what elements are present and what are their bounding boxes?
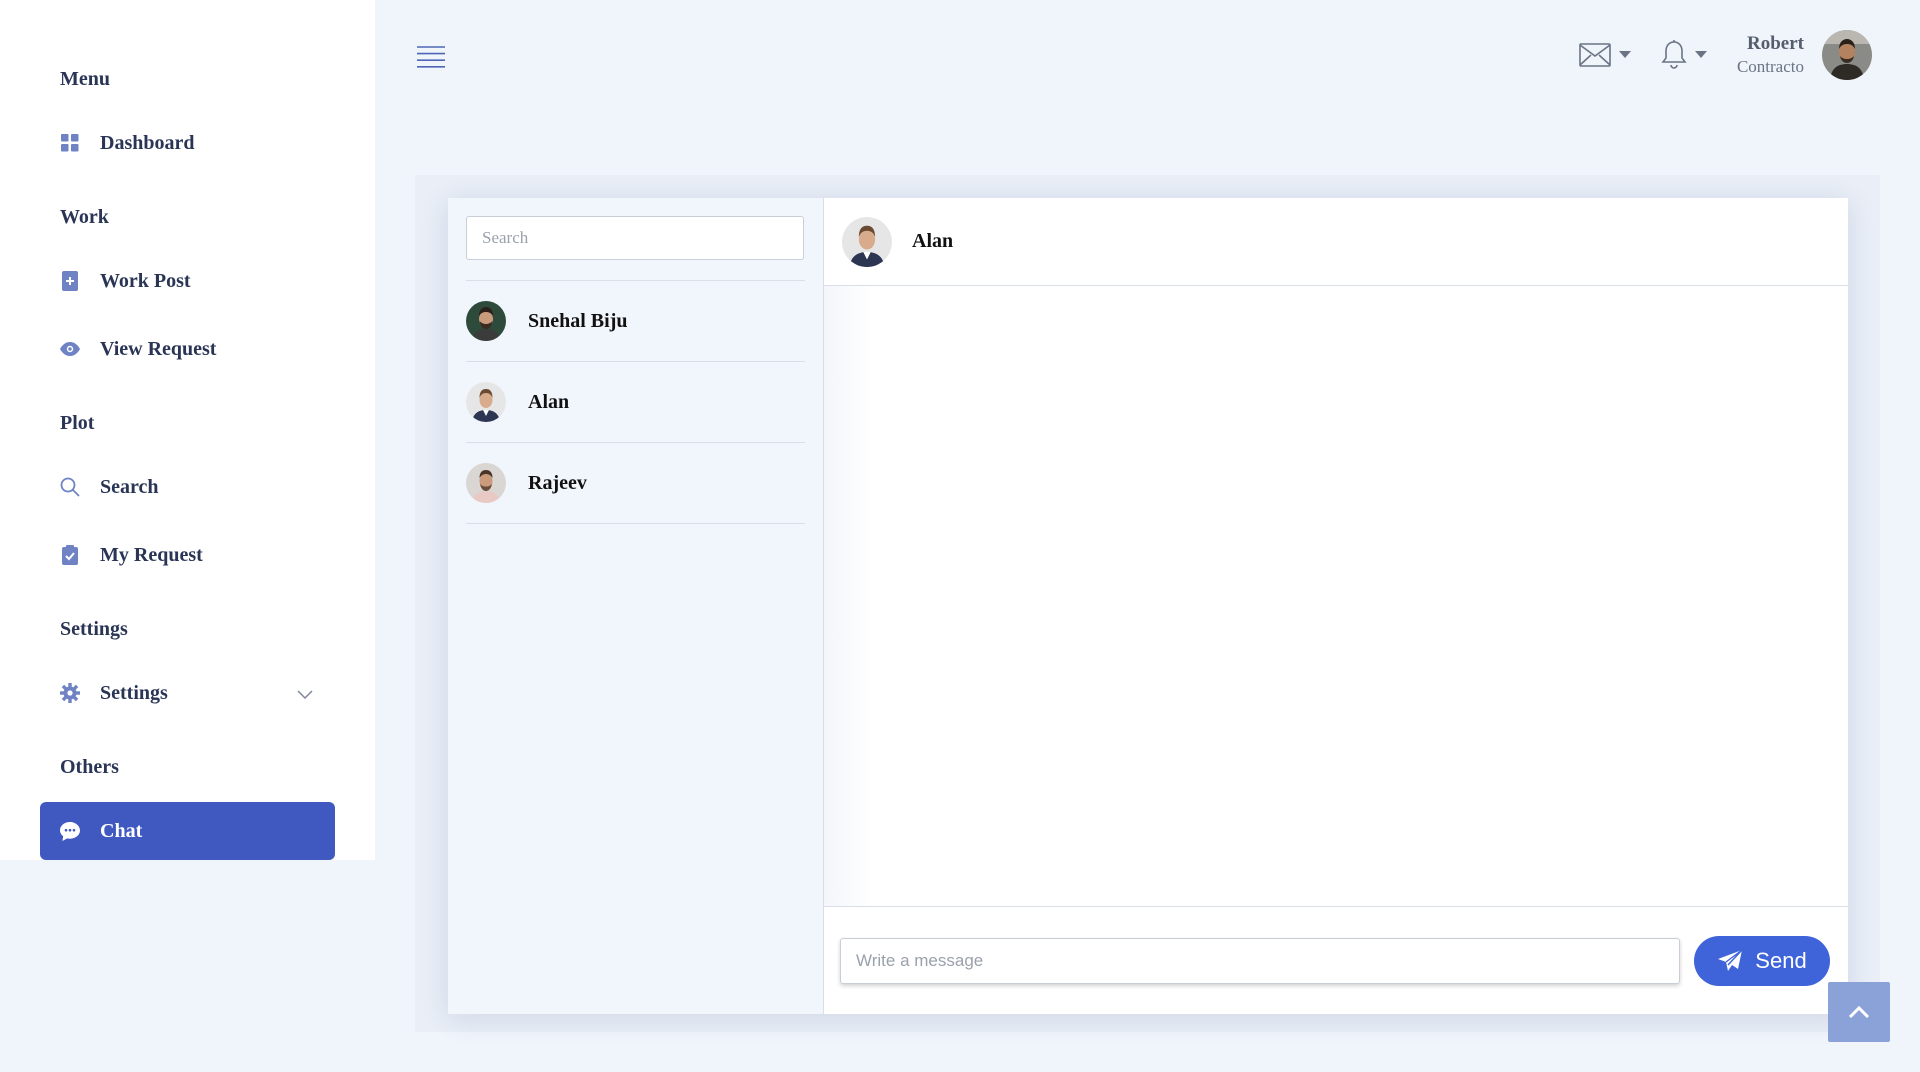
active-contact-avatar bbox=[842, 216, 892, 267]
bell-icon bbox=[1661, 40, 1687, 69]
sidebar-item-label: My Request bbox=[100, 543, 203, 566]
conversation-panel: Alan Send bbox=[824, 198, 1848, 1014]
paper-plane-icon bbox=[1718, 948, 1743, 971]
messages-dropdown[interactable] bbox=[1579, 43, 1631, 67]
contact-list: Snehal Biju Alan Rajeev bbox=[466, 280, 805, 524]
user-name: Robert bbox=[1747, 33, 1804, 54]
sidebar-item-dashboard[interactable]: Dashboard bbox=[40, 114, 335, 172]
sidebar-item-chat[interactable]: Chat bbox=[40, 802, 335, 860]
sidebar-item-label: Dashboard bbox=[100, 131, 195, 154]
contact-item[interactable]: Alan bbox=[466, 362, 805, 443]
contact-search-input[interactable] bbox=[466, 216, 804, 260]
contact-name: Alan bbox=[528, 390, 570, 413]
active-contact-avatar-image bbox=[842, 216, 892, 267]
contact-name: Rajeev bbox=[528, 471, 587, 494]
clipboard-icon bbox=[60, 545, 80, 565]
chevron-up-icon bbox=[1848, 1005, 1870, 1019]
menu-toggle-button[interactable] bbox=[417, 46, 445, 68]
send-button[interactable]: Send bbox=[1694, 935, 1830, 986]
eye-icon bbox=[60, 339, 80, 359]
contacts-panel: Snehal Biju Alan bbox=[448, 198, 824, 1014]
sidebar-item-settings[interactable]: Settings bbox=[40, 664, 335, 722]
contact-avatar-image bbox=[466, 463, 506, 503]
conversation-header: Alan bbox=[824, 198, 1848, 286]
sidebar-heading-work: Work bbox=[60, 206, 109, 228]
message-input[interactable] bbox=[840, 937, 1680, 984]
contact-avatar bbox=[466, 463, 506, 503]
contact-name: Snehal Biju bbox=[528, 309, 628, 332]
gear-icon bbox=[60, 683, 80, 703]
user-avatar-image bbox=[1822, 30, 1872, 80]
topbar-right: Robert Contracto bbox=[1579, 30, 1872, 80]
sidebar-item-label: Chat bbox=[100, 819, 143, 842]
sidebar-item-label: Settings bbox=[100, 681, 168, 704]
contact-avatar-image bbox=[466, 301, 506, 341]
contact-avatar bbox=[466, 301, 506, 341]
sidebar-item-view-request[interactable]: View Request bbox=[40, 320, 335, 378]
notifications-dropdown[interactable] bbox=[1661, 40, 1707, 70]
sidebar-heading-settings: Settings bbox=[60, 618, 128, 640]
active-contact-name: Alan bbox=[912, 230, 954, 252]
contact-item[interactable]: Rajeev bbox=[466, 443, 805, 524]
dashboard-icon bbox=[60, 133, 80, 153]
chevron-down-icon[interactable] bbox=[297, 683, 313, 706]
sidebar-item-work-post[interactable]: Work Post bbox=[40, 252, 335, 310]
sidebar-heading-menu: Menu bbox=[60, 68, 110, 90]
contact-item[interactable]: Snehal Biju bbox=[466, 281, 805, 362]
sidebar-item-my-request[interactable]: My Request bbox=[40, 526, 335, 584]
message-area[interactable] bbox=[824, 286, 1848, 906]
chat-icon bbox=[60, 821, 80, 841]
sidebar-item-label: Search bbox=[100, 475, 159, 498]
sidebar-item-label: View Request bbox=[100, 337, 217, 360]
caret-down-icon bbox=[1618, 51, 1631, 58]
user-role: Contracto bbox=[1736, 57, 1804, 76]
search-icon bbox=[60, 477, 80, 497]
work-post-icon bbox=[60, 271, 80, 291]
scroll-to-top-button[interactable] bbox=[1828, 982, 1890, 1042]
sidebar-heading-others: Others bbox=[60, 756, 119, 778]
sidebar: Menu Dashboard Work Work Post View Reque… bbox=[0, 0, 375, 860]
message-composer: Send bbox=[824, 906, 1848, 1014]
user-avatar[interactable] bbox=[1822, 30, 1872, 80]
sidebar-heading-plot: Plot bbox=[60, 412, 95, 434]
chat-panel: Snehal Biju Alan bbox=[448, 198, 1848, 1014]
hamburger-icon bbox=[417, 46, 445, 68]
caret-down-icon bbox=[1694, 51, 1707, 58]
user-info[interactable]: Robert Contracto bbox=[1737, 33, 1804, 77]
contact-avatar-image bbox=[466, 382, 506, 422]
contact-avatar bbox=[466, 382, 506, 422]
sidebar-item-label: Work Post bbox=[100, 269, 191, 292]
sidebar-item-search[interactable]: Search bbox=[40, 458, 335, 516]
envelope-icon bbox=[1579, 43, 1611, 67]
send-button-label: Send bbox=[1755, 947, 1807, 973]
